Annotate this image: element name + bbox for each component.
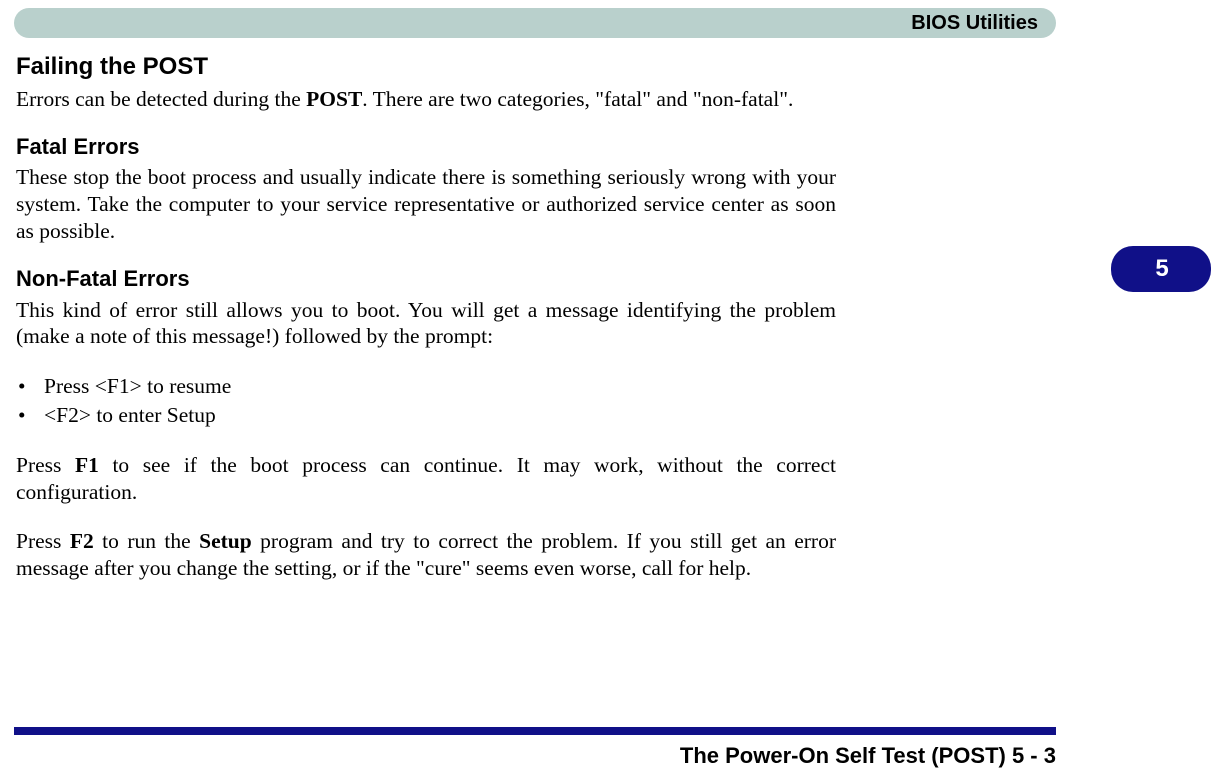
header-bar: BIOS Utilities: [14, 8, 1056, 38]
bullet-text: Press <F1> to resume: [44, 372, 231, 401]
text: Press: [16, 529, 70, 553]
bullet-list: • Press <F1> to resume • <F2> to enter S…: [16, 372, 836, 430]
list-item: • <F2> to enter Setup: [16, 401, 836, 430]
header-title: BIOS Utilities: [911, 12, 1038, 35]
heading-fatal-errors: Fatal Errors: [16, 133, 836, 161]
para-fatal: These stop the boot process and usually …: [16, 164, 836, 245]
bold-f1: F1: [75, 453, 99, 477]
text: Press: [16, 453, 75, 477]
para-intro: Errors can be detected during the POST. …: [16, 86, 836, 113]
bold-f2: F2: [70, 529, 94, 553]
bullet-text: <F2> to enter Setup: [44, 401, 216, 430]
para-f1: Press F1 to see if the boot process can …: [16, 452, 836, 506]
footer-text: The Power-On Self Test (POST) 5 - 3: [680, 743, 1056, 769]
list-item: • Press <F1> to resume: [16, 372, 836, 401]
bullet-icon: •: [16, 372, 44, 401]
heading-failing-post: Failing the POST: [16, 52, 836, 82]
bold-post: POST: [306, 87, 362, 111]
chapter-number: 5: [1153, 255, 1168, 283]
bold-setup: Setup: [199, 529, 252, 553]
text: . There are two categories, "fatal" and …: [362, 87, 793, 111]
para-f2: Press F2 to run the Setup program and tr…: [16, 528, 836, 582]
text: Errors can be detected during the: [16, 87, 306, 111]
chapter-tab: 5: [1111, 246, 1211, 292]
bullet-icon: •: [16, 401, 44, 430]
heading-nonfatal-errors: Non-Fatal Errors: [16, 265, 836, 293]
text: to see if the boot process can continue.…: [16, 453, 836, 504]
footer-rule: [14, 727, 1056, 735]
para-nonfatal: This kind of error still allows you to b…: [16, 297, 836, 351]
text: to run the: [94, 529, 199, 553]
page-content: Failing the POST Errors can be detected …: [0, 38, 1211, 582]
